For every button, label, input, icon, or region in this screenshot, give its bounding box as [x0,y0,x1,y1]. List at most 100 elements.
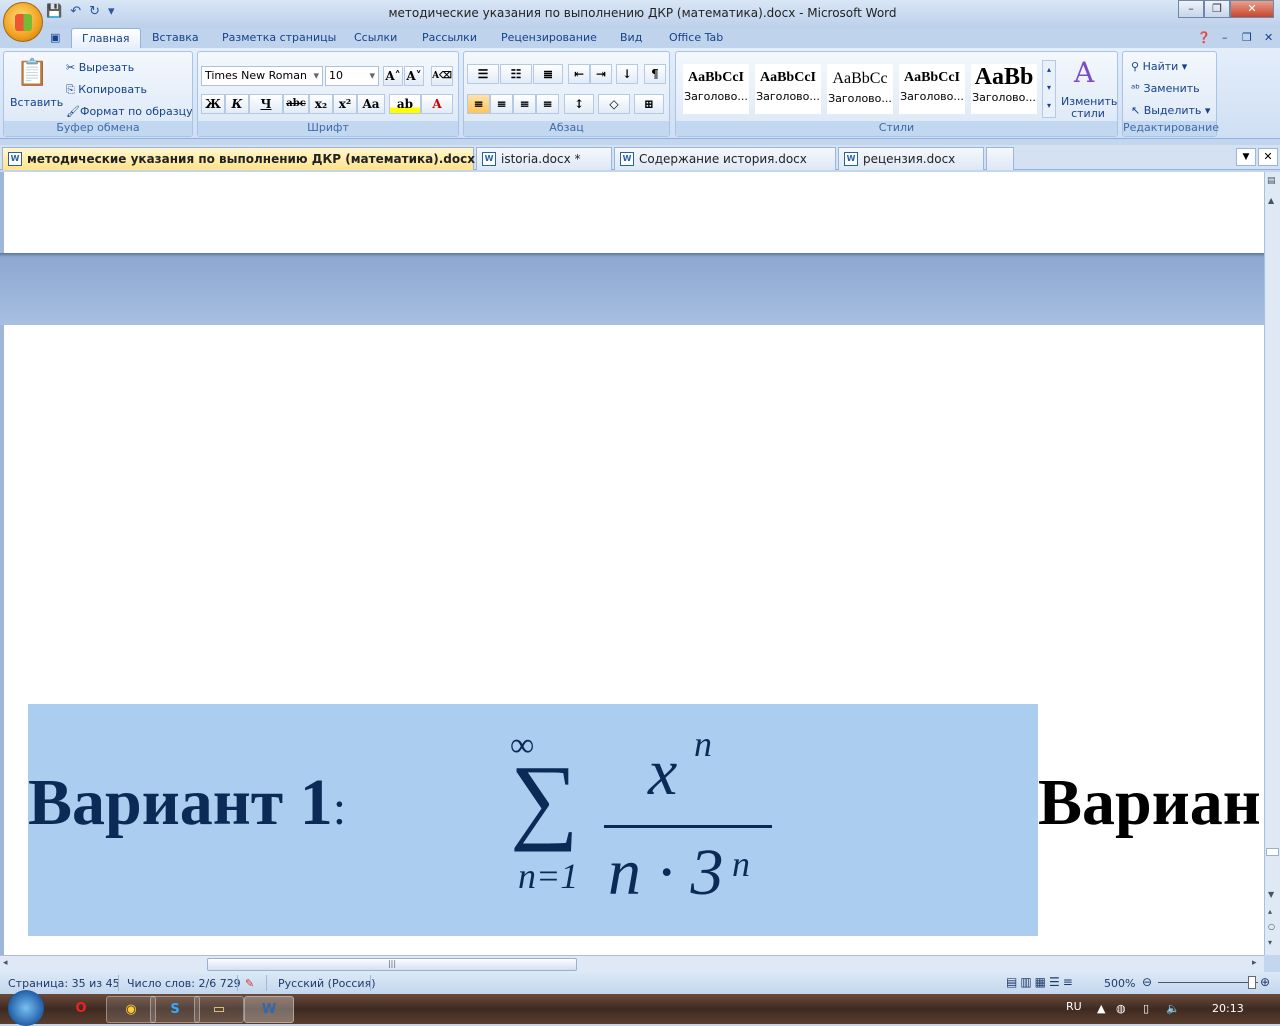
tab-references[interactable]: Ссылки [354,31,397,44]
input-language[interactable]: RU [1066,1000,1082,1013]
bullets-icon[interactable]: ☰ [467,64,499,84]
horizontal-scroll-thumb[interactable]: ||| [207,958,577,971]
cut-button[interactable]: ✂ Вырезать [66,61,134,74]
prev-page-icon[interactable]: ▴ [1268,907,1272,916]
horizontal-scrollbar[interactable]: ◂ ||| ▸ [0,955,1264,972]
shading-icon[interactable]: ◇ [598,94,630,114]
multilevel-list-icon[interactable]: ≣ [533,64,563,84]
explorer-icon[interactable]: ▭ [194,996,244,1023]
font-name-select[interactable]: Times New Roman ▾ [201,66,323,86]
scroll-right-icon[interactable]: ▸ [1252,958,1257,968]
change-styles-button[interactable]: Изменить стили [1061,96,1117,120]
align-left-icon[interactable]: ≡ [467,94,490,114]
opera-icon[interactable]: O [56,996,106,1023]
style-heading-4[interactable]: AaBbCcI Заголово... [899,64,965,114]
change-case-button[interactable]: Aa [357,94,385,114]
strikethrough-button[interactable]: abc [283,94,309,114]
zoom-slider[interactable] [1158,982,1258,983]
style-heading-1[interactable]: AaBbCcI Заголово... [683,64,749,114]
minimize-button[interactable]: – [1178,0,1204,18]
zoom-slider-thumb[interactable] [1248,976,1256,989]
font-color-button[interactable]: A [421,94,453,114]
tab-view[interactable]: Вид [620,31,642,44]
superscript-button[interactable]: x² [333,94,357,114]
word-count[interactable]: Число слов: 2/6 729 [127,977,241,990]
tab-page-layout[interactable]: Разметка страницы [222,31,336,44]
shrink-font-button[interactable]: A˅ [404,66,424,86]
style-heading-3[interactable]: AaBbCc Заголово... [827,64,893,114]
language[interactable]: Русский (Россия) [278,977,376,990]
chrome-icon[interactable]: ◉ [106,996,156,1023]
scroll-up-icon[interactable]: ▲ [1268,196,1274,205]
network-icon[interactable]: ▯ [1143,1002,1149,1015]
vertical-scroll-thumb[interactable] [1266,848,1279,856]
paste-button[interactable]: Вставить [10,96,63,109]
zoom-level[interactable]: 500% [1104,977,1135,990]
start-button[interactable] [8,990,44,1026]
doc-tab[interactable]: Wistoria.docx * [476,147,612,170]
font-size-select[interactable]: 10 ▾ [325,66,379,86]
decrease-indent-icon[interactable]: ⇤ [568,64,590,84]
tray-expand-icon[interactable]: ▲ [1097,1002,1105,1015]
line-spacing-icon[interactable]: ↕ [564,94,594,114]
underline-button[interactable]: Ч [249,94,283,114]
clear-format-button[interactable]: A⌫ [431,66,453,86]
maximize-button[interactable]: ❐ [1204,0,1230,18]
style-heading-2[interactable]: AaBbCcI Заголово... [755,64,821,114]
tab-insert[interactable]: Вставка [152,31,199,44]
vertical-scrollbar[interactable]: ▤ ▲ ▼ ▴ ○ ▾ [1264,172,1280,955]
borders-icon[interactable]: ⊞ [634,94,664,114]
tab-office-tab[interactable]: Office Tab [669,31,723,44]
tab-mailings[interactable]: Рассылки [422,31,477,44]
doc-tab[interactable]: Wрецензия.docx [838,147,984,170]
paste-icon[interactable]: 📋 [16,58,48,88]
zoom-in-icon[interactable]: ⊕ [1260,975,1270,989]
zoom-out-icon[interactable]: ⊖ [1142,975,1152,989]
close-doc-icon[interactable]: ✕ [1264,31,1273,44]
view-buttons[interactable]: ▤▥▦☰≡ [1006,975,1098,989]
replace-button[interactable]: ᵃᵇ Заменить [1131,82,1200,95]
page-count[interactable]: Страница: 35 из 45 [8,977,120,990]
tab-list-button[interactable]: ▼ [1236,148,1256,166]
browse-object-icon[interactable]: ○ [1268,922,1275,931]
align-center-icon[interactable]: ≡ [490,94,513,114]
copy-button[interactable]: ⎘ Копировать [66,83,147,97]
align-right-icon[interactable]: ≡ [513,94,536,114]
word-taskbar-icon[interactable]: W [244,996,294,1023]
help-icon[interactable]: ❓ [1197,31,1211,44]
justify-icon[interactable]: ≡ [536,94,559,114]
proofing-icon[interactable]: ✎ [245,977,254,990]
network-globe-icon[interactable]: ◍ [1116,1002,1126,1015]
styles-scroll[interactable]: ▴ ▾ ▾ [1042,60,1056,118]
page-current[interactable]: Вариант 1: ∞ ∑ n=1 x n n · 3 n Вариан [4,325,1264,955]
scroll-left-icon[interactable]: ◂ [3,958,8,968]
show-formatting-button[interactable]: ¶ [644,64,666,84]
doc-tab-active[interactable]: Wметодические указания по выполнению ДКР… [2,147,500,170]
ruler-toggle-icon[interactable]: ▤ [1267,176,1276,186]
bold-button[interactable]: Ж [201,94,225,114]
scroll-down-icon[interactable]: ▼ [1268,890,1274,899]
numbering-icon[interactable]: ☷ [500,64,532,84]
volume-icon[interactable]: 🔈 [1166,1002,1180,1015]
select-button[interactable]: ↖ Выделить ▾ [1131,104,1210,117]
sort-icon[interactable]: ↓ [616,64,638,84]
italic-button[interactable]: К [225,94,249,114]
office-button[interactable] [3,2,43,42]
tab-home[interactable]: Главная [71,28,141,49]
style-heading-5[interactable]: AaBb Заголово... [971,64,1037,114]
close-button[interactable]: ✕ [1230,0,1274,18]
find-button[interactable]: ⚲ Найти ▾ [1131,60,1187,73]
skype-icon[interactable]: S [150,996,200,1023]
increase-indent-icon[interactable]: ⇥ [590,64,612,84]
highlight-button[interactable]: ab [389,94,421,114]
document-area[interactable]: Вариант 1: ∞ ∑ n=1 x n n · 3 n Вариан [0,172,1264,955]
ribbon-minimize-icon[interactable]: – [1222,31,1228,44]
new-tab-button[interactable] [986,147,1014,170]
grow-font-button[interactable]: A˄ [383,66,403,86]
restore-doc-icon[interactable]: ❐ [1242,31,1252,44]
tab-review[interactable]: Рецензирование [501,31,597,44]
doc-tab[interactable]: W Содержание история.docx [614,147,836,170]
clock[interactable]: 20:13 [1212,1002,1244,1015]
close-all-tabs-button[interactable]: ✕ [1258,148,1278,166]
next-page-icon[interactable]: ▾ [1268,938,1272,947]
